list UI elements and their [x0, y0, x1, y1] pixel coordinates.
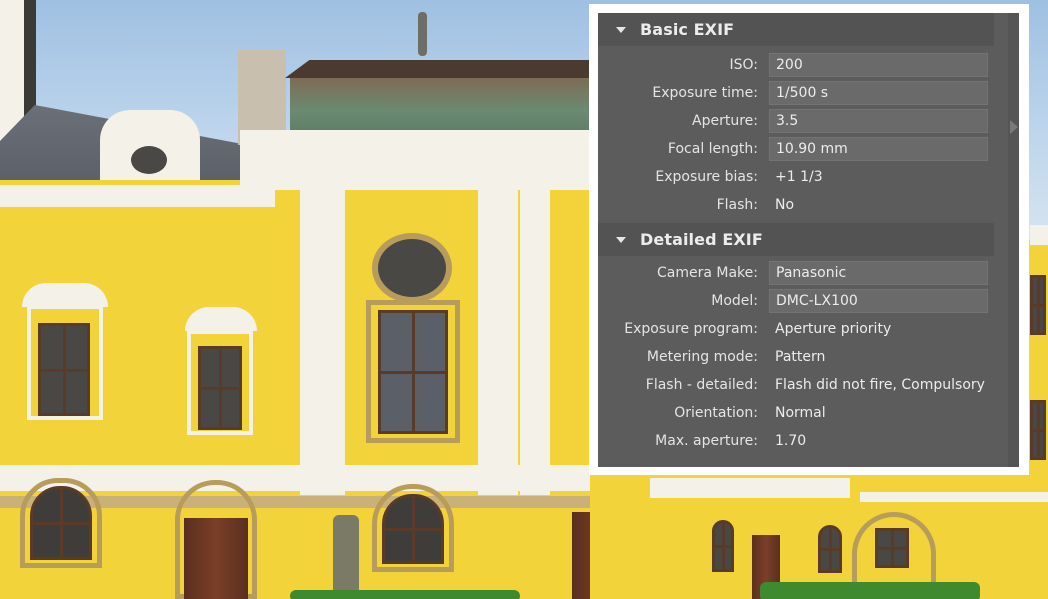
field-label: Orientation:: [674, 405, 758, 421]
field-label: Aperture:: [692, 113, 758, 129]
exif-panel-frame: Basic EXIF ISO: 200 Exposure time: 1/500…: [589, 4, 1029, 475]
window: [378, 310, 448, 434]
round-window: [372, 233, 452, 303]
panel-scrollbar[interactable]: [1008, 13, 1019, 467]
window: [1030, 275, 1046, 335]
field-label: Exposure time:: [652, 85, 758, 101]
pilaster-2: [478, 185, 518, 495]
orientation-value: Normal: [775, 405, 826, 421]
flash-detailed-value: Flash did not fire, Compulsory: [775, 377, 985, 393]
copper-roof: [290, 78, 590, 133]
window-pediment: [22, 283, 108, 307]
section-header-basic-exif[interactable]: Basic EXIF: [598, 13, 994, 46]
field-label: Exposure bias:: [655, 169, 758, 185]
exif-row-orientation: Orientation: Normal: [598, 399, 998, 427]
stag-statue: [333, 515, 359, 599]
band-right-2: [860, 492, 1048, 502]
section-title: Detailed EXIF: [640, 230, 763, 249]
metering-mode-value: Pattern: [775, 349, 826, 365]
field-label: ISO:: [729, 57, 758, 73]
exposure-bias-value: +1 1/3: [775, 169, 823, 185]
window: [1030, 400, 1046, 460]
exif-panel: Basic EXIF ISO: 200 Exposure time: 1/500…: [598, 13, 1019, 467]
aperture-field[interactable]: 3.5: [769, 109, 988, 133]
exposure-program-value: Aperture priority: [775, 321, 892, 337]
window: [38, 323, 90, 416]
pilaster-3: [520, 185, 550, 495]
section-header-detailed-exif[interactable]: Detailed EXIF: [598, 223, 994, 256]
field-label: Model:: [711, 293, 758, 309]
dormer-window: [125, 140, 173, 180]
arched-window: [818, 525, 842, 573]
field-label: Flash:: [716, 197, 758, 213]
exif-row-model: Model: DMC-LX100: [598, 287, 998, 315]
field-label: Metering mode:: [646, 349, 758, 365]
window: [198, 346, 242, 430]
field-label: Focal length:: [667, 141, 758, 157]
exif-row-flash: Flash: No: [598, 191, 998, 219]
roof-cornice: [285, 60, 590, 78]
exif-row-camera-make: Camera Make: Panasonic: [598, 259, 998, 287]
band-right: [650, 478, 850, 498]
hedge: [290, 590, 520, 599]
model-field[interactable]: DMC-LX100: [769, 289, 988, 313]
iso-field[interactable]: 200: [769, 53, 988, 77]
field-label: Camera Make:: [657, 265, 758, 281]
exif-row-flash-detailed: Flash - detailed: Flash did not fire, Co…: [598, 371, 998, 399]
max-aperture-value: 1.70: [775, 433, 807, 449]
field-label: Max. aperture:: [655, 433, 758, 449]
exif-row-focal-length: Focal length: 10.90 mm: [598, 135, 998, 163]
door: [184, 518, 248, 599]
exif-row-aperture: Aperture: 3.5: [598, 107, 998, 135]
exif-row-max-aperture: Max. aperture: 1.70: [598, 427, 998, 455]
field-label: Exposure program:: [624, 321, 758, 337]
hedge: [760, 582, 980, 599]
window: [875, 528, 909, 568]
arched-window: [30, 486, 92, 560]
exif-row-exposure-program: Exposure program: Aperture priority: [598, 315, 998, 343]
arched-window: [382, 494, 444, 564]
exif-row-exposure-bias: Exposure bias: +1 1/3: [598, 163, 998, 191]
window-pediment: [185, 307, 257, 331]
exif-row-exposure-time: Exposure time: 1/500 s: [598, 79, 998, 107]
triangle-right-icon[interactable]: [1010, 120, 1018, 134]
triangle-down-icon[interactable]: [616, 26, 626, 33]
triangle-down-icon[interactable]: [616, 236, 626, 243]
finial: [418, 12, 427, 56]
arched-window: [712, 520, 734, 572]
pilaster-1: [300, 185, 345, 495]
exif-row-metering-mode: Metering mode: Pattern: [598, 343, 998, 371]
camera-make-field[interactable]: Panasonic: [769, 261, 988, 285]
exif-row-iso: ISO: 200: [598, 51, 998, 79]
cornice-right: [1030, 225, 1048, 245]
section-title: Basic EXIF: [640, 20, 735, 39]
flash-value: No: [775, 197, 795, 213]
cornice-center: [240, 130, 590, 190]
field-label: Flash - detailed:: [645, 377, 758, 393]
exposure-time-field[interactable]: 1/500 s: [769, 81, 988, 105]
focal-length-field[interactable]: 10.90 mm: [769, 137, 988, 161]
